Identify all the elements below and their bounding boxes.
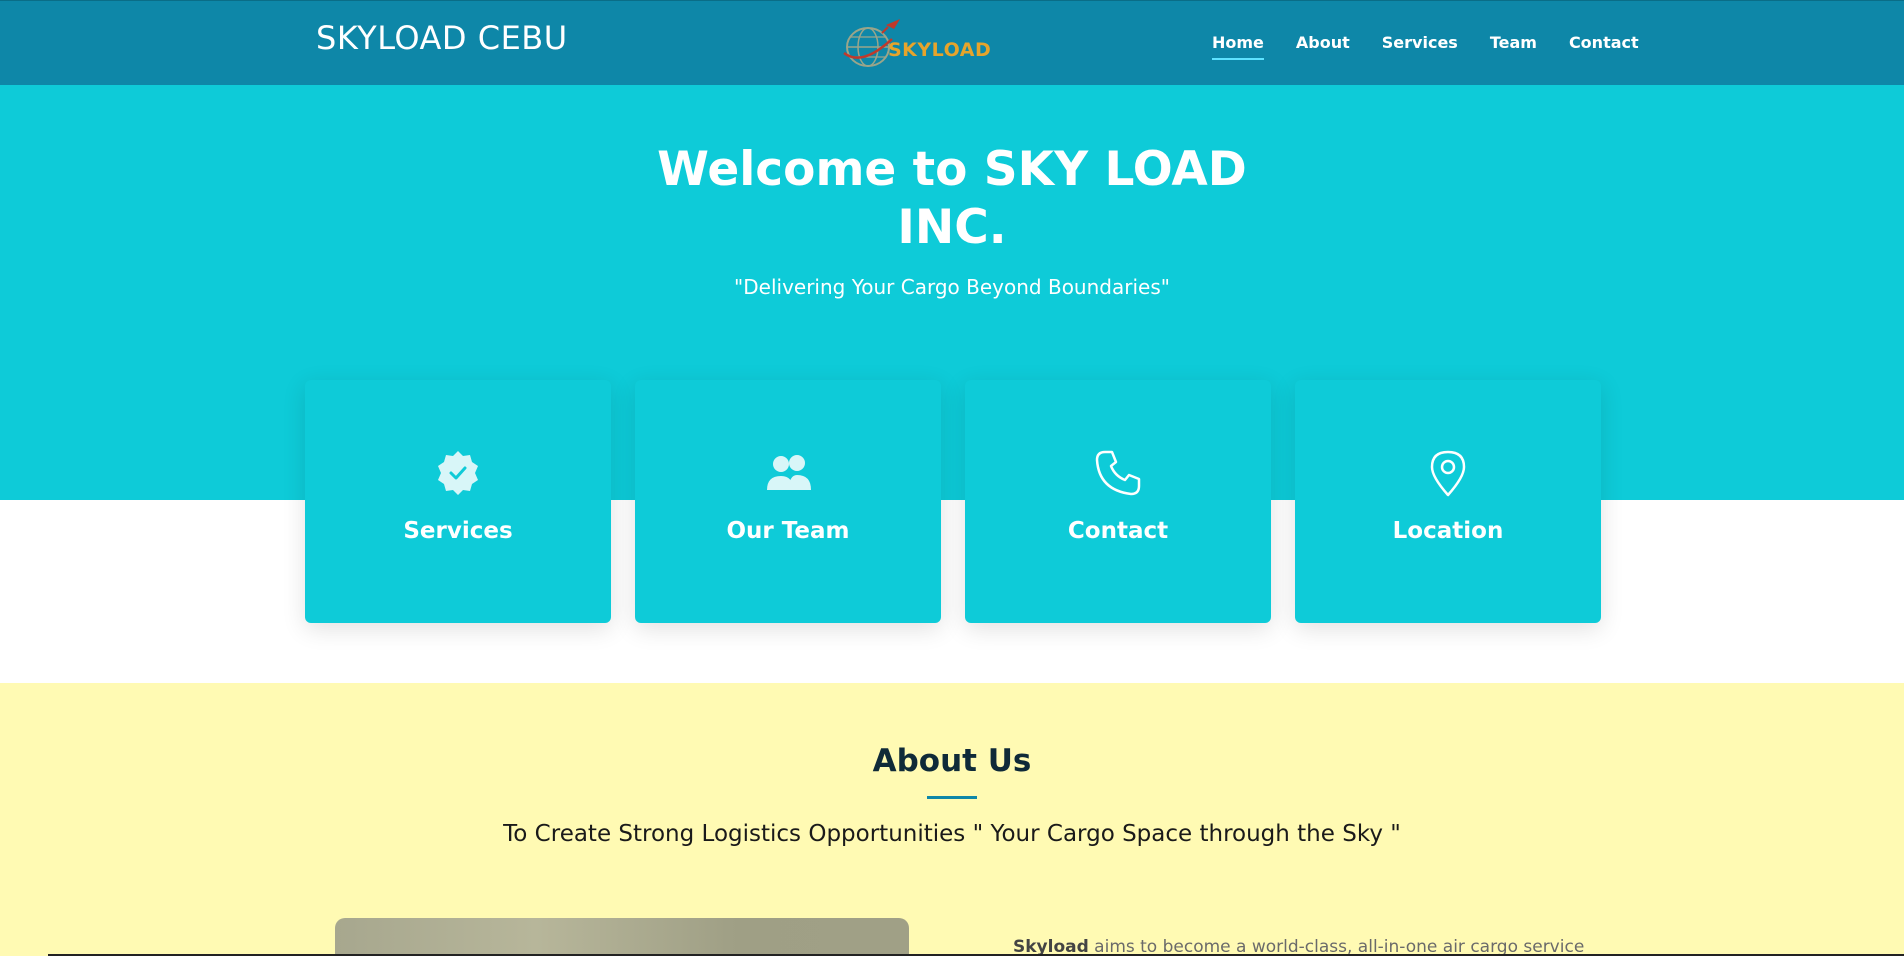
card-contact-label: Contact [1067, 518, 1169, 544]
verified-badge-icon [438, 451, 478, 495]
hero-subtitle: "Delivering Your Cargo Beyond Boundaries… [734, 275, 1170, 299]
card-location[interactable]: Location [1295, 380, 1601, 623]
card-location-label: Location [1392, 518, 1504, 544]
phone-icon [1095, 450, 1141, 496]
about-tagline: To Create Strong Logistics Opportunities… [503, 821, 1401, 847]
nav-about[interactable]: About [1296, 33, 1350, 60]
card-services-label: Services [403, 518, 513, 544]
hero-title-line2: INC. [897, 200, 1007, 255]
about-title: About Us [872, 743, 1032, 779]
site-header: SKYLOAD CEBU SKYLOAD Home About Services… [0, 0, 1904, 85]
about-section: About Us To Create Strong Logistics Oppo… [0, 683, 1904, 956]
nav-team[interactable]: Team [1490, 33, 1537, 60]
hero-title-line1: Welcome to SKY LOAD [657, 142, 1247, 197]
brand-title[interactable]: SKYLOAD CEBU [316, 19, 568, 57]
feature-cards: Services Our Team Contact Location [305, 380, 1601, 623]
about-divider [927, 796, 977, 799]
nav-home[interactable]: Home [1212, 33, 1264, 60]
main-nav: Home About Services Team Contact [1212, 33, 1639, 60]
map-pin-icon [1430, 450, 1466, 497]
logo-wordmark: SKYLOAD [888, 39, 992, 61]
hero-title: Welcome to SKY LOAD INC. [0, 141, 1904, 257]
nav-contact[interactable]: Contact [1569, 33, 1639, 60]
people-icon [767, 455, 811, 490]
skyload-logo[interactable]: SKYLOAD [842, 17, 992, 71]
about-image [335, 918, 909, 956]
card-services[interactable]: Services [305, 380, 611, 623]
card-contact[interactable]: Contact [965, 380, 1271, 623]
card-our-team[interactable]: Our Team [635, 380, 941, 623]
nav-services[interactable]: Services [1382, 33, 1458, 60]
card-our-team-label: Our Team [726, 518, 850, 544]
